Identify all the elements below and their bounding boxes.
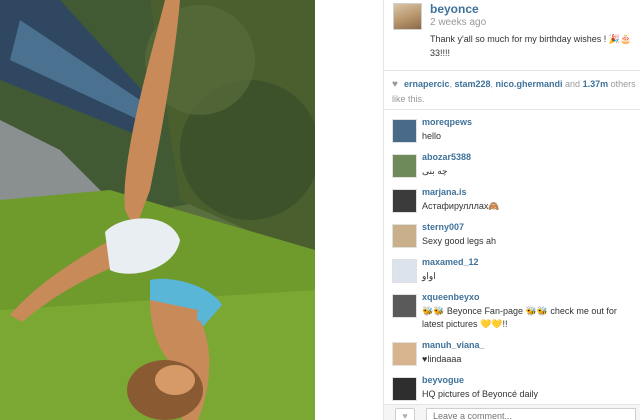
comment-text: Sexy good legs ah: [422, 236, 497, 246]
avatar[interactable]: [392, 224, 417, 248]
post-timestamp[interactable]: 2 weeks ago: [430, 17, 486, 28]
comment-text: hello: [422, 131, 442, 141]
like-user-link[interactable]: nico.ghermandi: [496, 79, 563, 89]
comment-item: abozar5388 چه بنی: [384, 152, 640, 186]
post-caption: Thank y'all so much for my birthday wish…: [430, 34, 632, 58]
comment-text: 🐝🐝 Beyonce Fan-page 🐝🐝 check me out for …: [422, 306, 617, 329]
comment-item: maxamed_12 اواو: [384, 257, 640, 291]
comment-item: manuh_viana_ ♥lindaaaa: [384, 340, 640, 374]
comment-username-link[interactable]: maxamed_12: [422, 257, 479, 267]
divider: [384, 70, 640, 71]
comment-text: ♥lindaaaa: [422, 354, 462, 364]
comment-username-link[interactable]: beyvogue: [422, 375, 464, 385]
comment-username-link[interactable]: manuh_viana_: [422, 340, 485, 350]
comment-username-link[interactable]: marjana.is: [422, 187, 467, 197]
comment-username-link[interactable]: sterny007: [422, 222, 464, 232]
comment-text: چه بنی: [422, 166, 448, 176]
comment-username-link[interactable]: xqueenbeyxo: [422, 292, 480, 302]
comment-text: اواو: [422, 271, 436, 281]
heart-icon[interactable]: ♥: [395, 408, 415, 420]
comment-item: moreqpews hello: [384, 117, 640, 151]
avatar[interactable]: [392, 377, 417, 401]
comment-item: sterny007 Sexy good legs ah: [384, 222, 640, 256]
comments-panel: beyonce 2 weeks ago Thank y'all so much …: [383, 0, 640, 420]
comment-bar: ♥: [384, 404, 640, 420]
post-header: beyonce 2 weeks ago Thank y'all so much …: [384, 0, 640, 68]
avatar[interactable]: [392, 259, 417, 283]
likes-count-link[interactable]: 1.37m: [583, 79, 609, 89]
comment-item: xqueenbeyxo 🐝🐝 Beyonce Fan-page 🐝🐝 check…: [384, 292, 640, 336]
page-gutter: [315, 0, 383, 420]
divider: [384, 109, 640, 110]
comment-username-link[interactable]: moreqpews: [422, 117, 472, 127]
profile-photo-icon[interactable]: [393, 3, 422, 30]
avatar[interactable]: [392, 342, 417, 366]
comment-text: Астафирулл️лах🙈: [422, 201, 500, 211]
post-username-link[interactable]: beyonce: [430, 2, 479, 16]
avatar[interactable]: [392, 154, 417, 178]
comment-username-link[interactable]: abozar5388: [422, 152, 471, 162]
post-photo[interactable]: [0, 0, 315, 420]
like-user-link[interactable]: stam228: [454, 79, 490, 89]
comment-input[interactable]: [426, 408, 636, 420]
photo-illustration: [0, 0, 315, 420]
and-text: and: [562, 79, 583, 89]
likes-summary: ♥ ernapercic, stam228, nico.ghermandi and…: [392, 77, 640, 106]
comment-item: marjana.is Астафирулл️лах🙈: [384, 187, 640, 221]
avatar[interactable]: [392, 119, 417, 143]
avatar[interactable]: [392, 294, 417, 318]
like-user-link[interactable]: ernapercic: [404, 79, 450, 89]
heart-icon: ♥: [392, 79, 398, 90]
comment-text: HQ pictures of Beyoncé daily: [422, 389, 539, 399]
avatar[interactable]: [392, 189, 417, 213]
